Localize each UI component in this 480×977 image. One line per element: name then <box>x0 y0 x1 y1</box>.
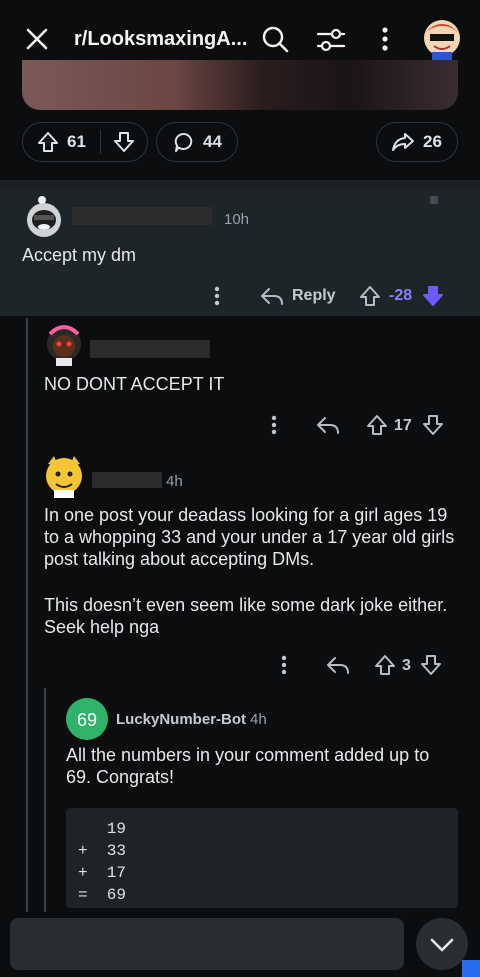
share-icon <box>391 131 415 153</box>
reply-input[interactable] <box>10 918 404 970</box>
subreddit-title[interactable]: r/LooksmaxingA... <box>74 28 247 51</box>
comment-time: 10h <box>224 211 250 228</box>
upvote-icon[interactable] <box>359 285 381 307</box>
reply-button[interactable]: Reply <box>292 287 336 305</box>
upvote-icon[interactable] <box>37 131 59 153</box>
close-icon[interactable] <box>24 26 50 52</box>
share-button[interactable]: 26 <box>376 122 458 162</box>
filter-icon[interactable] <box>316 26 346 54</box>
section-divider <box>0 180 480 188</box>
vote-score: 3 <box>402 657 411 674</box>
reply-icon[interactable] <box>260 286 284 306</box>
upvote-icon[interactable] <box>366 414 388 436</box>
more-options-icon[interactable] <box>270 414 278 436</box>
comment-time: 4h <box>250 711 267 728</box>
commenter-avatar[interactable] <box>42 320 86 366</box>
chevron-down-icon <box>430 938 454 952</box>
comment-time: 4h <box>166 473 183 490</box>
comment-count: 44 <box>203 132 222 151</box>
collapse-indicator[interactable] <box>430 196 438 204</box>
redacted-username <box>92 472 162 488</box>
jump-down-button[interactable] <box>416 918 468 970</box>
comments-button[interactable]: 44 <box>156 122 238 162</box>
more-options-icon[interactable] <box>280 654 288 676</box>
thread-line-nested <box>44 688 46 916</box>
thread-line <box>26 318 28 916</box>
vote-score: -28 <box>389 287 413 304</box>
bot-avatar-number: 69 <box>76 710 98 730</box>
downvote-icon[interactable] <box>113 131 135 153</box>
search-icon[interactable] <box>260 24 290 54</box>
code-text: 19 + 33 + 17 = 69 <box>78 820 127 904</box>
downvote-icon[interactable] <box>422 414 444 436</box>
upvote-icon[interactable] <box>374 654 396 676</box>
reply-icon[interactable] <box>316 415 340 435</box>
comment-body: All the numbers in your comment added up… <box>66 745 430 787</box>
post-image-preview[interactable] <box>22 60 458 110</box>
commenter-avatar[interactable] <box>42 452 86 498</box>
downvote-active-icon[interactable] <box>422 285 444 307</box>
redacted-username <box>90 340 210 358</box>
folder-icon <box>462 960 480 977</box>
comment-icon <box>173 131 195 153</box>
redacted-username <box>72 207 212 225</box>
vote-score: 17 <box>394 417 412 434</box>
comment-author[interactable]: LuckyNumber-Bot <box>116 711 246 728</box>
user-avatar[interactable] <box>418 12 466 60</box>
more-options-icon[interactable] <box>213 285 221 307</box>
reply-icon[interactable] <box>326 655 350 675</box>
code-block: 19 + 33 + 17 = 69 <box>66 808 458 908</box>
comment-body: NO DONT ACCEPT IT <box>44 374 225 394</box>
comment-body: Accept my dm <box>22 245 137 265</box>
more-icon[interactable] <box>380 26 390 52</box>
upvote-count: 61 <box>67 132 86 151</box>
commenter-avatar[interactable] <box>22 194 66 240</box>
downvote-icon[interactable] <box>420 654 442 676</box>
vote-pill: 61 <box>22 122 148 162</box>
share-count: 26 <box>423 132 442 151</box>
comment-body-paragraph-1: In one post your deadass looking for a g… <box>44 505 455 569</box>
vote-divider <box>99 130 101 154</box>
bot-avatar[interactable]: 69 <box>66 698 108 740</box>
comment-body-paragraph-2: This doesn’t even seem like some dark jo… <box>44 595 448 637</box>
